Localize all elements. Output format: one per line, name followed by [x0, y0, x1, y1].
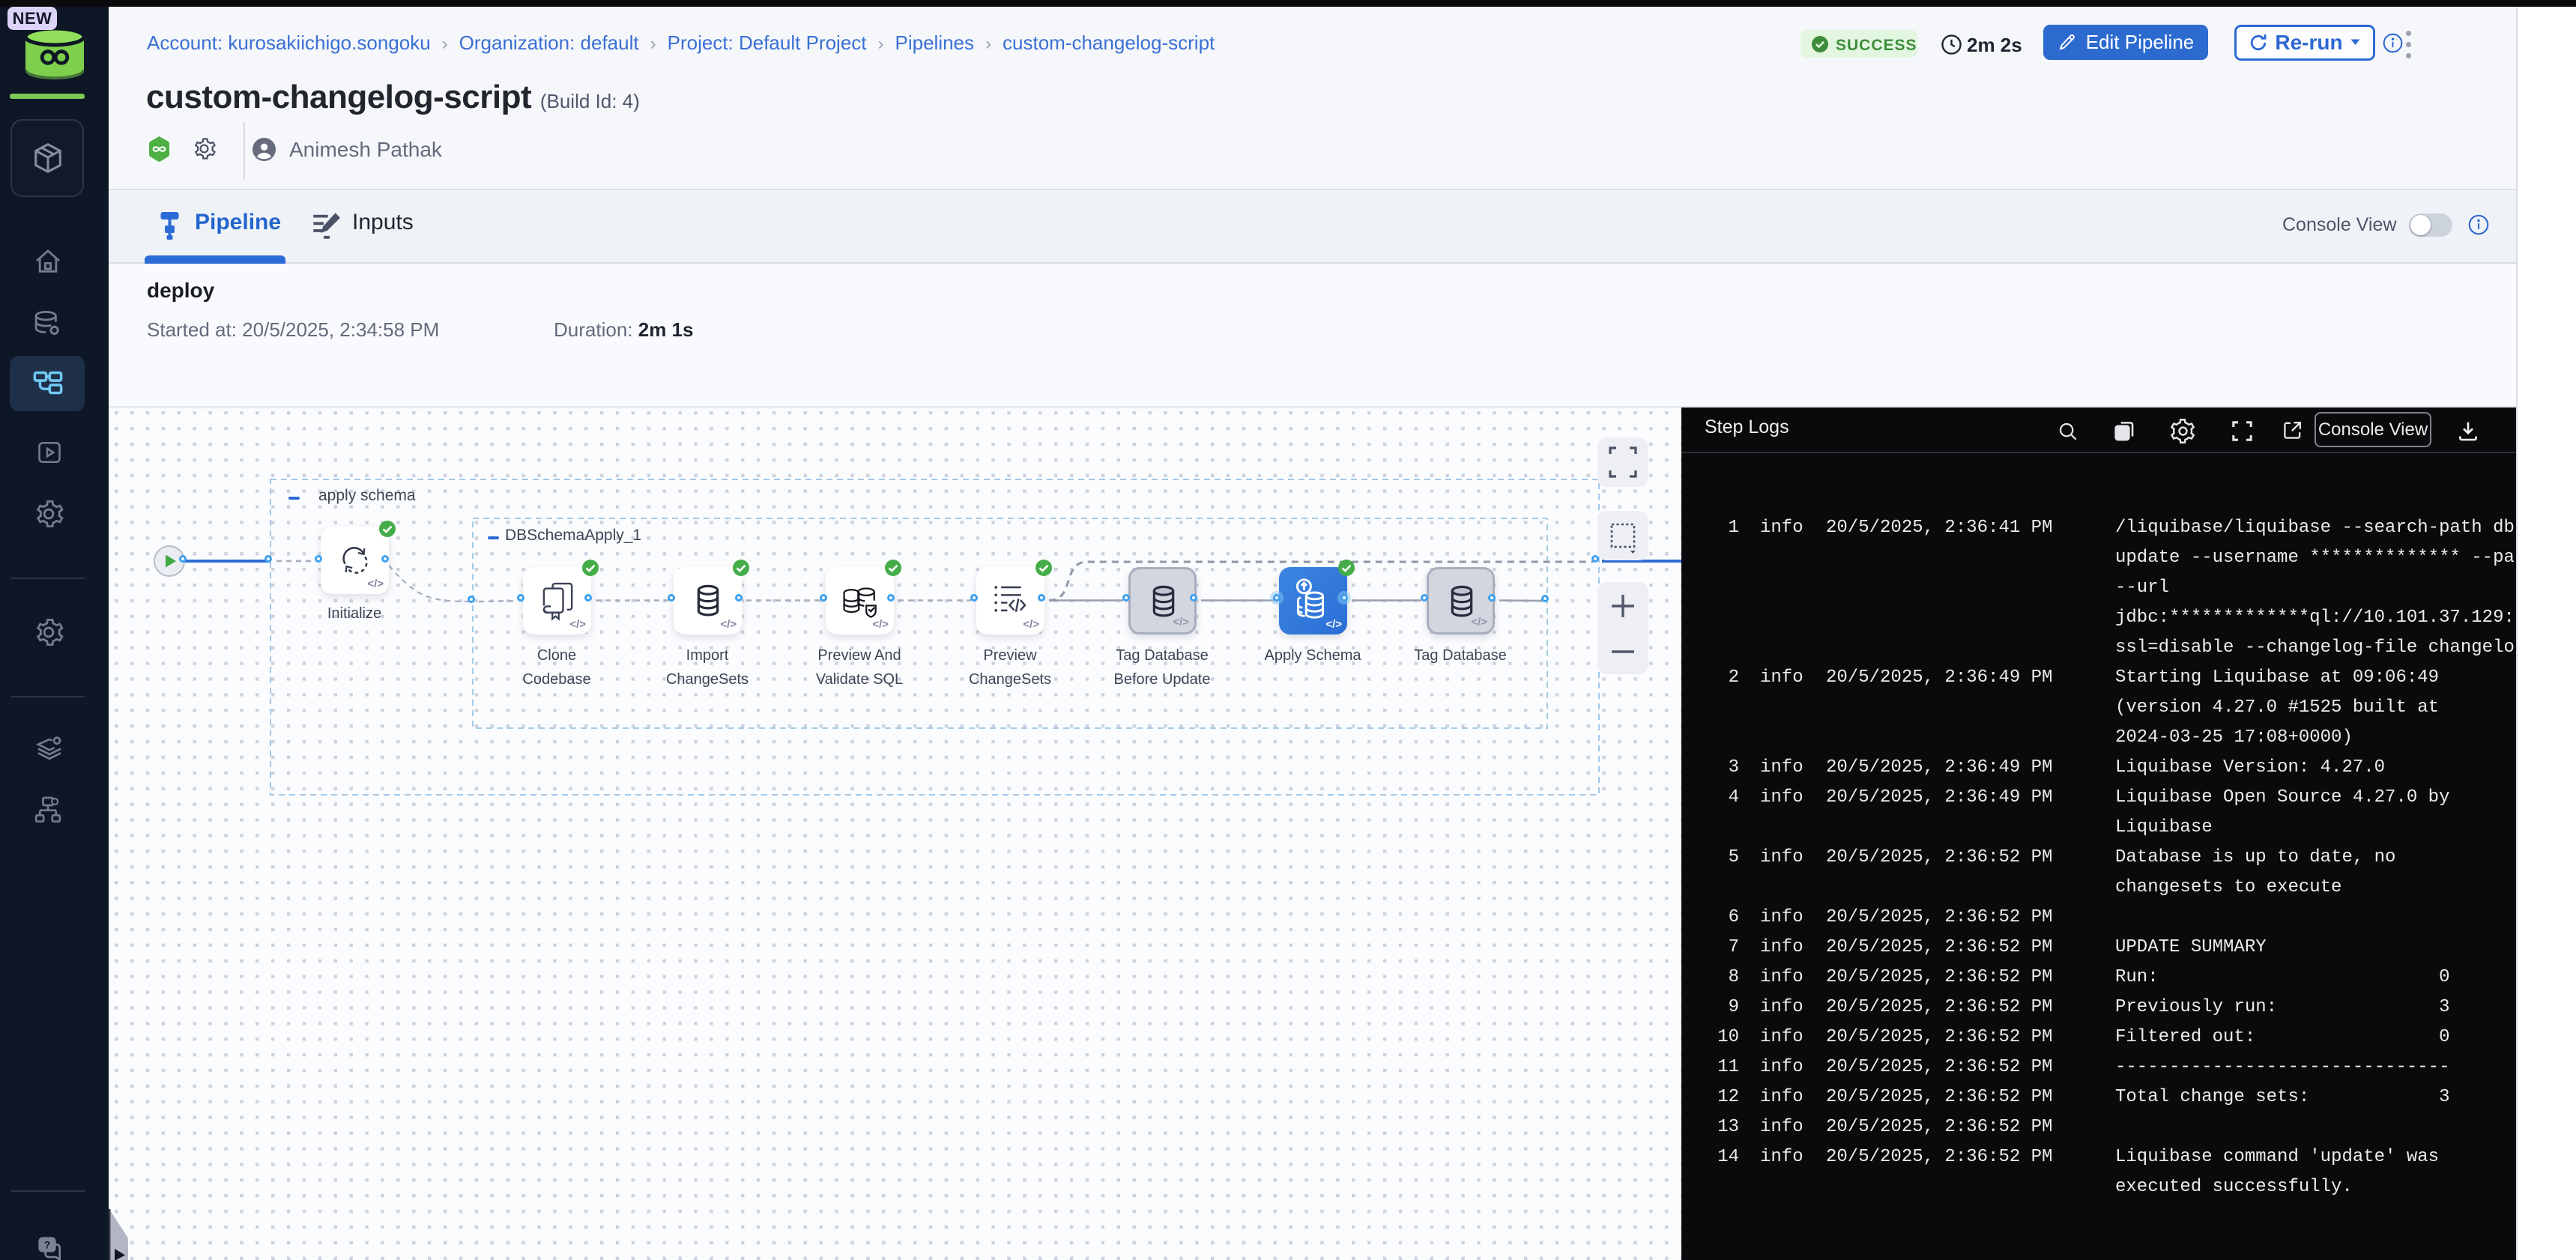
- svg-text:?: ?: [44, 1240, 51, 1252]
